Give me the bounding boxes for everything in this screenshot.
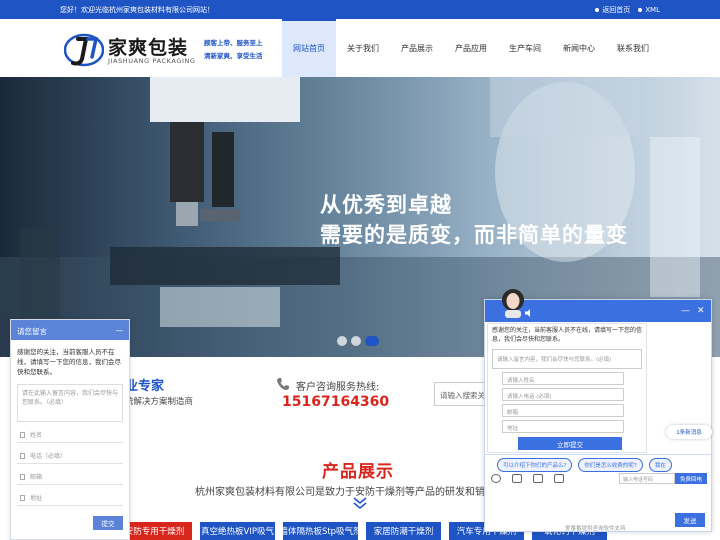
products-title: 产品展示 — [322, 462, 394, 482]
chat-address-input[interactable]: 地址 — [502, 420, 624, 433]
minimize-button[interactable]: — — [116, 326, 124, 335]
message-widget-intro: 感谢您的关注，当前客服人员不在线，请填写一下您的信息，我们会尽快和您联系。 — [17, 348, 121, 376]
bullet-icon — [595, 8, 600, 12]
product-tab-home-desiccant[interactable]: 家居防潮干燥剂 — [366, 522, 441, 540]
nav-item-applications[interactable]: 产品应用 — [444, 19, 498, 77]
message-submit-button[interactable]: 提交 — [93, 516, 123, 530]
phone-field[interactable]: 电话（必填） — [17, 448, 123, 464]
chat-intro-text: 感谢您的关注，当前客服人员不在线，请填写一下您的信息，我们会尽快和您联系。 — [492, 327, 643, 343]
top-bar: 您好！欢迎光临杭州家爽包装材料有限公司网站！ 返回首页 XML — [0, 0, 720, 19]
message-widget: 请您留言 — 感谢您的关注，当前客服人员不在线，请填写一下您的信息，我们会尽快和… — [10, 319, 130, 540]
address-field-placeholder: 地址 — [30, 495, 43, 502]
product-tab-stp-getter[interactable]: 墙体隔热板Stp吸气剂 — [283, 522, 358, 540]
hotline-label: 客户咨询服务热线: — [296, 382, 380, 393]
name-field[interactable]: 姓名 — [17, 427, 123, 443]
expert-subtitle: 统解决方案制造商 — [125, 397, 194, 407]
product-tab-vip-getter[interactable]: 真空绝热板VIP吸气 — [200, 522, 275, 540]
chat-toolbar — [491, 474, 564, 483]
chat-minimize-button[interactable]: — — [681, 306, 690, 316]
phone-field-placeholder: 电话（必填） — [30, 453, 67, 460]
logo-icon[interactable] — [64, 31, 104, 69]
quick-reply-pricing[interactable]: 你们是怎么收费的呢? — [578, 458, 643, 472]
bullet-icon — [638, 8, 643, 12]
main-nav: 网站首页 关于我们 产品展示 产品应用 生产车间 新闻中心 联系我们 — [282, 19, 660, 77]
user-icon — [20, 431, 25, 438]
message-content-input[interactable]: 请在此输入留言内容，我们会尽快与您联系。（必填） — [17, 384, 123, 422]
location-icon — [20, 494, 25, 501]
hero-headline-1: 从优秀到卓越 — [320, 193, 452, 217]
chat-email-input[interactable]: 邮箱 — [502, 404, 624, 417]
nav-item-products[interactable]: 产品展示 — [390, 19, 444, 77]
nav-item-workshop[interactable]: 生产车间 — [498, 19, 552, 77]
chat-leave-message-form: 感谢您的关注，当前客服人员不在线，请填写一下您的信息，我们会尽快和您联系。 请输… — [487, 323, 647, 453]
chat-name-input[interactable]: 请输入姓名 — [502, 372, 624, 385]
brand-name-en: JIASHUANG PACKAGING — [108, 57, 196, 65]
chat-widget: — ✕ 感谢您的关注，当前客服人员不在线，请填写一下您的信息，我们会尽快和您联系… — [484, 289, 712, 532]
carousel-dots — [337, 336, 379, 346]
home-link-label: 返回首页 — [602, 6, 631, 14]
email-field-placeholder: 邮箱 — [30, 474, 43, 481]
carousel-dot[interactable] — [351, 336, 361, 346]
brand-name: 家爽包装 — [108, 37, 189, 59]
hero-headline-2: 需要的是质变，而非简单的量变 — [320, 223, 628, 247]
image-icon[interactable] — [512, 474, 522, 483]
chat-phone-input[interactable]: 请输入电话 (必填) — [502, 388, 624, 401]
phone-icon — [277, 378, 289, 390]
expert-title: 业专家 — [125, 379, 165, 394]
emoji-icon[interactable] — [491, 474, 501, 483]
home-link[interactable]: 返回首页 — [595, 5, 630, 15]
products-description: 杭州家爽包装材料有限公司是致力于安防干燥剂等产品的研发和销 — [195, 487, 485, 498]
nav-item-home[interactable]: 网站首页 — [282, 19, 336, 77]
mail-icon — [20, 473, 25, 480]
top-links: 返回首页 XML — [595, 5, 660, 15]
screenshot-icon[interactable] — [554, 474, 564, 483]
message-widget-header: 请您留言 — — [11, 320, 129, 340]
nav-item-about[interactable]: 关于我们 — [336, 19, 390, 77]
slogan-line-2: 清新家爽、享受生活 — [204, 52, 263, 60]
welcome-text: 您好！欢迎光临杭州家爽包装材料有限公司网站！ — [60, 6, 214, 14]
chat-submit-button[interactable]: 立即提交 — [518, 437, 622, 450]
chat-widget-header: — ✕ — [485, 289, 711, 322]
hotline-number: 15167164360 — [282, 394, 390, 410]
name-field-placeholder: 姓名 — [30, 432, 43, 439]
address-field[interactable]: 地址 — [17, 490, 123, 506]
carousel-dot-active[interactable] — [365, 336, 379, 346]
chat-content-input[interactable]: 请输入留言内容，我们会尽快与您联系。(必填) — [492, 349, 642, 369]
chat-divider — [485, 454, 711, 455]
phone-icon — [20, 452, 25, 459]
quick-reply-products[interactable]: 可以介绍下你们的产品么? — [497, 458, 573, 472]
xml-link[interactable]: XML — [638, 5, 660, 15]
new-message-badge[interactable]: 1条新消息 — [666, 425, 712, 439]
chat-close-button[interactable]: ✕ — [697, 306, 705, 316]
nav-item-contact[interactable]: 联系我们 — [606, 19, 660, 77]
file-icon[interactable] — [533, 474, 543, 483]
speaker-icon[interactable] — [525, 309, 534, 317]
nav-item-news[interactable]: 新闻中心 — [552, 19, 606, 77]
carousel-dot[interactable] — [337, 336, 347, 346]
slogan: 顾客上帝、服务至上 清新家爽、享受生活 — [204, 37, 263, 63]
agent-avatar — [502, 289, 524, 318]
callback-button[interactable]: 免费回电 — [675, 473, 707, 484]
quick-replies: 可以介绍下你们的产品么? 你们是怎么收费的呢? 我在 — [497, 458, 672, 472]
quick-reply-online[interactable]: 我在 — [648, 458, 672, 472]
powered-by: 爱番番提供咨询软件支持 — [565, 526, 626, 532]
callback-phone-input[interactable]: 输入电话号码 — [619, 473, 675, 484]
xml-link-label: XML — [645, 6, 660, 14]
header: 家爽包装 JIASHUANG PACKAGING 顾客上帝、服务至上 清新家爽、… — [0, 19, 720, 77]
message-widget-title: 请您留言 — [17, 327, 47, 336]
slogan-line-1: 顾客上帝、服务至上 — [204, 39, 263, 47]
send-button[interactable]: 发送 — [675, 513, 705, 527]
double-chevron-down-icon — [353, 497, 367, 509]
email-field[interactable]: 邮箱 — [17, 469, 123, 485]
